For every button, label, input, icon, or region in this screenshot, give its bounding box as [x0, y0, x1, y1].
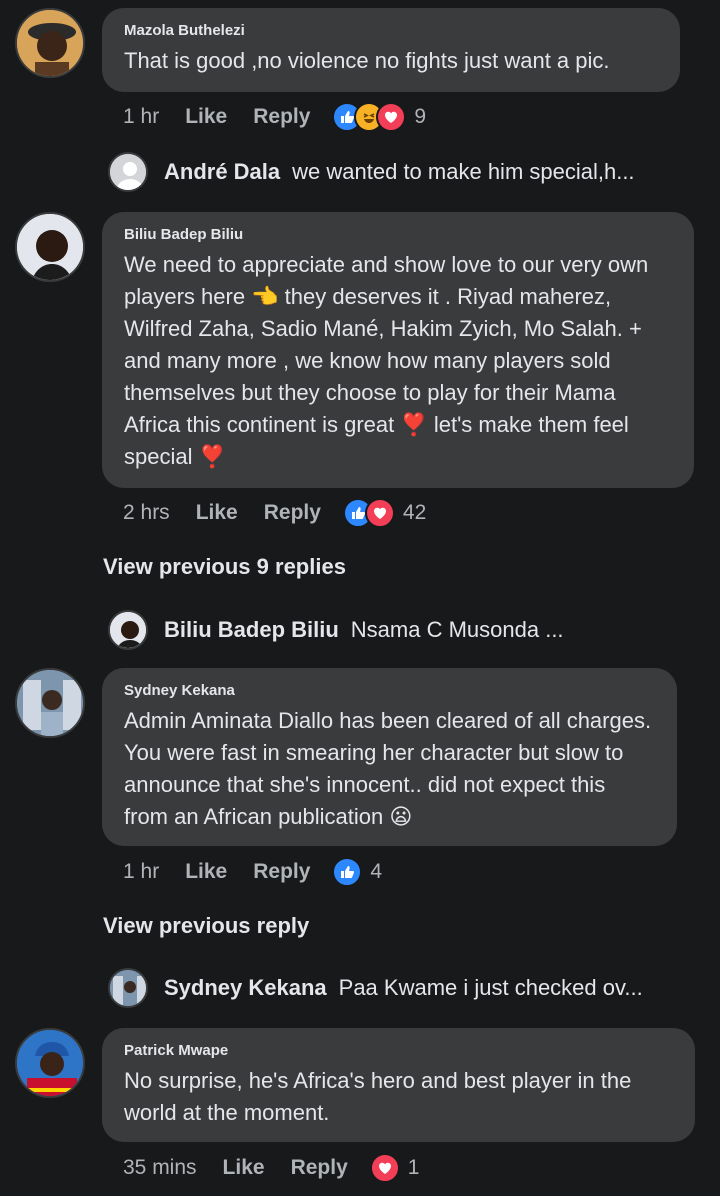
avatar [108, 152, 148, 192]
avatar-photo-icon [17, 1030, 83, 1096]
avatar-photo-icon [17, 10, 83, 76]
avatar [108, 968, 148, 1008]
comment-actions: 35 mins Like Reply 1 [123, 1153, 419, 1183]
reply-author[interactable]: Sydney Kekana [164, 975, 327, 1001]
reply-preview[interactable]: Sydney Kekana Paa Kwame i just checked o… [108, 968, 643, 1008]
like-button[interactable]: Like [185, 105, 227, 129]
comment-actions: 2 hrs Like Reply 42 [123, 498, 426, 528]
comment-actions: 1 hr Like Reply 4 [123, 857, 382, 887]
comment-bubble: Sydney Kekana Admin Aminata Diallo has b… [102, 668, 677, 846]
avatar-photo-icon [110, 612, 146, 648]
avatar[interactable] [15, 212, 85, 282]
reply-preview[interactable]: André Dala we wanted to make him special… [108, 152, 635, 192]
like-button[interactable]: Like [223, 1156, 265, 1180]
avatar[interactable] [15, 668, 85, 738]
reaction-count: 42 [402, 501, 427, 524]
view-previous-replies-link[interactable]: View previous 9 replies [103, 554, 346, 580]
like-button[interactable]: Like [185, 860, 227, 884]
reaction-summary[interactable]: 9 [332, 102, 426, 132]
reaction-count: 9 [414, 105, 427, 128]
default-avatar-icon [110, 154, 146, 190]
reply-text: Paa Kwame i just checked ov... [338, 975, 643, 1000]
love-reaction-icon [369, 1153, 400, 1183]
comment-text: Admin Aminata Diallo has been cleared of… [124, 708, 652, 829]
comment-time[interactable]: 2 hrs [123, 501, 170, 525]
reply-button[interactable]: Reply [264, 501, 321, 525]
comment-author[interactable]: Mazola Buthelezi [124, 22, 658, 39]
reply-text: we wanted to make him special,h... [292, 159, 635, 184]
comment-time[interactable]: 1 hr [123, 860, 159, 884]
reply-text: Nsama C Musonda ... [350, 617, 564, 642]
comment-text: That is good ,no violence no fights just… [124, 48, 610, 73]
reply-author[interactable]: André Dala [164, 159, 280, 185]
comment-time[interactable]: 35 mins [123, 1156, 197, 1180]
avatar-photo-icon [110, 970, 146, 1006]
comment-bubble: Biliu Badep Biliu We need to appreciate … [102, 212, 694, 488]
avatar-photo-icon [17, 670, 83, 736]
comment-time[interactable]: 1 hr [123, 105, 159, 129]
reaction-count: 1 [407, 1156, 420, 1179]
love-reaction-icon [376, 102, 407, 132]
comment-bubble: Mazola Buthelezi That is good ,no violen… [102, 8, 680, 92]
avatar[interactable] [15, 8, 85, 78]
comment-author[interactable]: Biliu Badep Biliu [124, 226, 672, 243]
reaction-summary[interactable]: 1 [369, 1153, 420, 1183]
reply-author[interactable]: Biliu Badep Biliu [164, 617, 339, 643]
comment-author[interactable]: Patrick Mwape [124, 1042, 673, 1059]
comment-bubble: Patrick Mwape No surprise, he's Africa's… [102, 1028, 695, 1142]
reply-button[interactable]: Reply [253, 860, 310, 884]
reaction-summary[interactable]: 4 [332, 857, 382, 887]
comment-text: No surprise, he's Africa's hero and best… [124, 1068, 632, 1125]
avatar-photo-icon [17, 214, 83, 280]
reply-button[interactable]: Reply [253, 105, 310, 129]
comment-text: We need to appreciate and show love to o… [124, 252, 649, 469]
reaction-count: 4 [370, 860, 383, 883]
comment-actions: 1 hr Like Reply 9 [123, 102, 426, 132]
like-button[interactable]: Like [196, 501, 238, 525]
reply-preview[interactable]: Biliu Badep Biliu Nsama C Musonda ... [108, 610, 564, 650]
reaction-summary[interactable]: 42 [342, 498, 427, 528]
view-previous-reply-link[interactable]: View previous reply [103, 913, 309, 939]
comment-author[interactable]: Sydney Kekana [124, 682, 655, 699]
love-reaction-icon [364, 498, 395, 528]
like-reaction-icon [332, 857, 363, 887]
reply-button[interactable]: Reply [291, 1156, 348, 1180]
avatar [108, 610, 148, 650]
avatar[interactable] [15, 1028, 85, 1098]
